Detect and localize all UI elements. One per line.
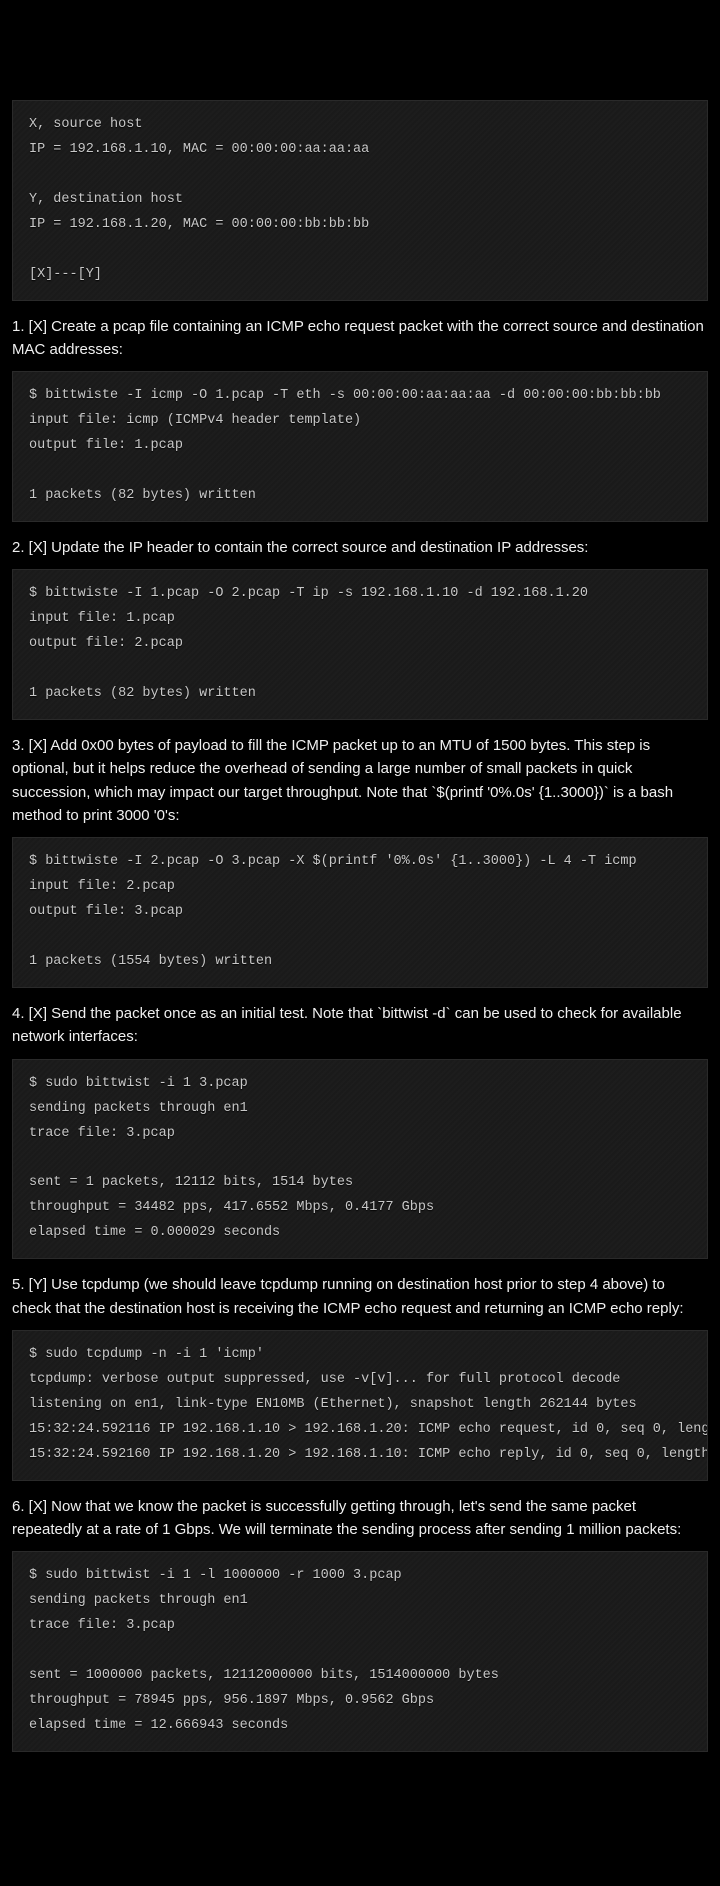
step-4-code: $ sudo bittwist -i 1 3.pcap sending pack…: [12, 1059, 708, 1260]
step-2-text: 2. [X] Update the IP header to contain t…: [12, 536, 708, 559]
step-6-text: 6. [X] Now that we know the packet is su…: [12, 1495, 708, 1542]
step-3-text: 3. [X] Add 0x00 bytes of payload to fill…: [12, 734, 708, 827]
step-6-code: $ sudo bittwist -i 1 -l 1000000 -r 1000 …: [12, 1551, 708, 1752]
step-5-code: $ sudo tcpdump -n -i 1 'icmp' tcpdump: v…: [12, 1330, 708, 1481]
step-5-text: 5. [Y] Use tcpdump (we should leave tcpd…: [12, 1273, 708, 1320]
step-3-code: $ bittwiste -I 2.pcap -O 3.pcap -X $(pri…: [12, 837, 708, 988]
step-1-code: $ bittwiste -I icmp -O 1.pcap -T eth -s …: [12, 371, 708, 522]
step-1-text: 1. [X] Create a pcap file containing an …: [12, 315, 708, 362]
step-2-code: $ bittwiste -I 1.pcap -O 2.pcap -T ip -s…: [12, 569, 708, 720]
intro-code-block: X, source host IP = 192.168.1.10, MAC = …: [12, 100, 708, 301]
step-4-text: 4. [X] Send the packet once as an initia…: [12, 1002, 708, 1049]
